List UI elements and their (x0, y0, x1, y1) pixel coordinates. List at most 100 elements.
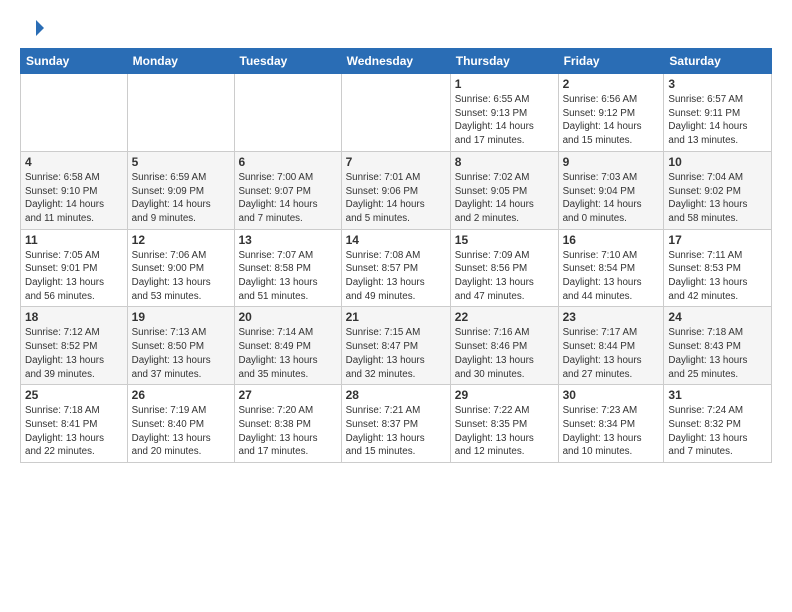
day-number: 13 (239, 233, 337, 247)
day-info: Sunrise: 7:04 AM Sunset: 9:02 PM Dayligh… (668, 171, 767, 226)
page: SundayMondayTuesdayWednesdayThursdayFrid… (0, 0, 792, 481)
day-info: Sunrise: 7:14 AM Sunset: 8:49 PM Dayligh… (239, 326, 337, 381)
weekday-header-row: SundayMondayTuesdayWednesdayThursdayFrid… (21, 49, 772, 74)
calendar-cell: 17Sunrise: 7:11 AM Sunset: 8:53 PM Dayli… (664, 229, 772, 307)
day-info: Sunrise: 7:23 AM Sunset: 8:34 PM Dayligh… (563, 404, 660, 459)
day-number: 2 (563, 77, 660, 91)
calendar-cell (234, 74, 341, 152)
day-info: Sunrise: 7:01 AM Sunset: 9:06 PM Dayligh… (346, 171, 446, 226)
calendar-cell: 18 Sunrise: 7:12 AM Sunset: 8:52 PM Dayli… (21, 307, 128, 385)
day-info: Sunrise: 6:56 AM Sunset: 9:12 PM Dayligh… (563, 93, 660, 148)
calendar-cell: 24 Sunrise: 7:18 AM Sunset: 8:43 PM Dayli… (664, 307, 772, 385)
day-info: Sunrise: 7:12 AM Sunset: 8:52 PM Dayligh… (25, 326, 123, 381)
calendar-cell: 13 Sunrise: 7:07 AM Sunset: 8:58 PM Dayli… (234, 229, 341, 307)
day-number: 30 (563, 388, 660, 402)
logo-icon (24, 18, 44, 38)
calendar-cell: 20Sunrise: 7:14 AM Sunset: 8:49 PM Dayli… (234, 307, 341, 385)
day-number: 25 (25, 388, 123, 402)
weekday-tuesday: Tuesday (234, 49, 341, 74)
weekday-saturday: Saturday (664, 49, 772, 74)
header (20, 18, 772, 38)
calendar-cell: 22 Sunrise: 7:16 AM Sunset: 8:46 PM Dayli… (450, 307, 558, 385)
day-number: 29 (455, 388, 554, 402)
day-info: Sunrise: 7:20 AM Sunset: 8:38 PM Dayligh… (239, 404, 337, 459)
day-info: Sunrise: 6:58 AM Sunset: 9:10 PM Dayligh… (25, 171, 123, 226)
day-number: 22 (455, 310, 554, 324)
day-number: 14 (346, 233, 446, 247)
day-info: Sunrise: 7:15 AM Sunset: 8:47 PM Dayligh… (346, 326, 446, 381)
day-number: 12 (132, 233, 230, 247)
weekday-monday: Monday (127, 49, 234, 74)
calendar-cell: 30 Sunrise: 7:23 AM Sunset: 8:34 PM Dayli… (558, 385, 664, 463)
day-number: 24 (668, 310, 767, 324)
day-number: 26 (132, 388, 230, 402)
day-info: Sunrise: 6:57 AM Sunset: 9:11 PM Dayligh… (668, 93, 767, 148)
weekday-friday: Friday (558, 49, 664, 74)
day-number: 27 (239, 388, 337, 402)
calendar-cell: 16Sunrise: 7:10 AM Sunset: 8:54 PM Dayli… (558, 229, 664, 307)
day-number: 21 (346, 310, 446, 324)
day-number: 6 (239, 155, 337, 169)
day-number: 4 (25, 155, 123, 169)
calendar-cell: 12 Sunrise: 7:06 AM Sunset: 9:00 PM Dayli… (127, 229, 234, 307)
week-row-5: 25 Sunrise: 7:18 AM Sunset: 8:41 PM Dayli… (21, 385, 772, 463)
calendar-cell (127, 74, 234, 152)
day-number: 10 (668, 155, 767, 169)
day-number: 19 (132, 310, 230, 324)
day-info: Sunrise: 7:19 AM Sunset: 8:40 PM Dayligh… (132, 404, 230, 459)
day-number: 23 (563, 310, 660, 324)
day-info: Sunrise: 7:17 AM Sunset: 8:44 PM Dayligh… (563, 326, 660, 381)
calendar-cell: 29 Sunrise: 7:22 AM Sunset: 8:35 PM Dayli… (450, 385, 558, 463)
day-info: Sunrise: 7:02 AM Sunset: 9:05 PM Dayligh… (455, 171, 554, 226)
day-info: Sunrise: 6:59 AM Sunset: 9:09 PM Dayligh… (132, 171, 230, 226)
day-number: 18 (25, 310, 123, 324)
day-info: Sunrise: 7:05 AM Sunset: 9:01 PM Dayligh… (25, 249, 123, 304)
logo (20, 18, 46, 38)
calendar-cell: 11 Sunrise: 7:05 AM Sunset: 9:01 PM Dayli… (21, 229, 128, 307)
calendar-table: SundayMondayTuesdayWednesdayThursdayFrid… (20, 48, 772, 463)
calendar-cell (21, 74, 128, 152)
day-info: Sunrise: 7:08 AM Sunset: 8:57 PM Dayligh… (346, 249, 446, 304)
day-number: 8 (455, 155, 554, 169)
calendar-cell: 3 Sunrise: 6:57 AM Sunset: 9:11 PM Daylig… (664, 74, 772, 152)
day-info: Sunrise: 7:03 AM Sunset: 9:04 PM Dayligh… (563, 171, 660, 226)
calendar-cell: 9 Sunrise: 7:03 AM Sunset: 9:04 PM Daylig… (558, 151, 664, 229)
day-number: 9 (563, 155, 660, 169)
day-number: 17 (668, 233, 767, 247)
day-number: 3 (668, 77, 767, 91)
calendar-cell: 5 Sunrise: 6:59 AM Sunset: 9:09 PM Daylig… (127, 151, 234, 229)
calendar-cell: 25 Sunrise: 7:18 AM Sunset: 8:41 PM Dayli… (21, 385, 128, 463)
day-info: Sunrise: 7:13 AM Sunset: 8:50 PM Dayligh… (132, 326, 230, 381)
calendar-cell: 26 Sunrise: 7:19 AM Sunset: 8:40 PM Dayli… (127, 385, 234, 463)
calendar-cell: 4 Sunrise: 6:58 AM Sunset: 9:10 PM Daylig… (21, 151, 128, 229)
day-info: Sunrise: 7:24 AM Sunset: 8:32 PM Dayligh… (668, 404, 767, 459)
week-row-2: 4 Sunrise: 6:58 AM Sunset: 9:10 PM Daylig… (21, 151, 772, 229)
day-info: Sunrise: 7:06 AM Sunset: 9:00 PM Dayligh… (132, 249, 230, 304)
day-info: Sunrise: 7:21 AM Sunset: 8:37 PM Dayligh… (346, 404, 446, 459)
day-info: Sunrise: 7:09 AM Sunset: 8:56 PM Dayligh… (455, 249, 554, 304)
day-info: Sunrise: 7:18 AM Sunset: 8:43 PM Dayligh… (668, 326, 767, 381)
logo-area (20, 18, 46, 38)
day-info: Sunrise: 6:55 AM Sunset: 9:13 PM Dayligh… (455, 93, 554, 148)
calendar-cell: 14 Sunrise: 7:08 AM Sunset: 8:57 PM Dayli… (341, 229, 450, 307)
calendar-cell: 15Sunrise: 7:09 AM Sunset: 8:56 PM Dayli… (450, 229, 558, 307)
day-number: 5 (132, 155, 230, 169)
day-info: Sunrise: 7:10 AM Sunset: 8:54 PM Dayligh… (563, 249, 660, 304)
calendar-cell: 28 Sunrise: 7:21 AM Sunset: 8:37 PM Dayli… (341, 385, 450, 463)
calendar-cell: 2 Sunrise: 6:56 AM Sunset: 9:12 PM Daylig… (558, 74, 664, 152)
weekday-thursday: Thursday (450, 49, 558, 74)
calendar-cell: 6Sunrise: 7:00 AM Sunset: 9:07 PM Daylig… (234, 151, 341, 229)
calendar-cell: 27 Sunrise: 7:20 AM Sunset: 8:38 PM Dayli… (234, 385, 341, 463)
day-number: 11 (25, 233, 123, 247)
day-info: Sunrise: 7:22 AM Sunset: 8:35 PM Dayligh… (455, 404, 554, 459)
calendar-cell: 1 Sunrise: 6:55 AM Sunset: 9:13 PM Daylig… (450, 74, 558, 152)
day-number: 28 (346, 388, 446, 402)
day-number: 1 (455, 77, 554, 91)
day-info: Sunrise: 7:07 AM Sunset: 8:58 PM Dayligh… (239, 249, 337, 304)
calendar-cell: 10 Sunrise: 7:04 AM Sunset: 9:02 PM Dayli… (664, 151, 772, 229)
weekday-sunday: Sunday (21, 49, 128, 74)
calendar-cell: 8 Sunrise: 7:02 AM Sunset: 9:05 PM Daylig… (450, 151, 558, 229)
week-row-3: 11 Sunrise: 7:05 AM Sunset: 9:01 PM Dayli… (21, 229, 772, 307)
day-info: Sunrise: 7:18 AM Sunset: 8:41 PM Dayligh… (25, 404, 123, 459)
day-info: Sunrise: 7:16 AM Sunset: 8:46 PM Dayligh… (455, 326, 554, 381)
